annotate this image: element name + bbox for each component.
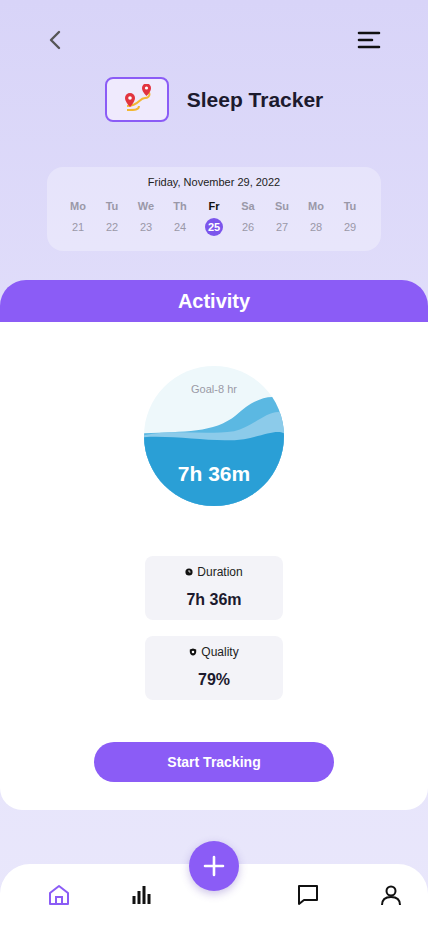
weekday-label: Su <box>275 200 289 212</box>
weekday-label: Fr <box>209 200 220 212</box>
weekday-label: Sa <box>241 200 254 212</box>
activity-panel: Activity Goal-8 hr 7h 36m Duration 7h 36m Qua… <box>0 280 428 810</box>
day-number: 24 <box>171 218 189 236</box>
back-chevron-icon[interactable] <box>44 28 68 52</box>
day-number: 21 <box>69 218 87 236</box>
sleep-gauge: Goal-8 hr 7h 36m <box>144 366 284 506</box>
day-number: 25 <box>205 218 223 236</box>
stat-label-text: Quality <box>201 645 238 659</box>
stats-icon[interactable] <box>130 883 154 907</box>
calendar-day[interactable]: Fr 25 <box>197 200 231 236</box>
calendar-day[interactable]: Th 24 <box>163 200 197 236</box>
day-number: 28 <box>307 218 325 236</box>
activity-body: Goal-8 hr 7h 36m Duration 7h 36m Quality 79% S… <box>0 322 428 810</box>
weekday-label: Tu <box>344 200 357 212</box>
weekday-label: Mo <box>308 200 324 212</box>
calendar-date: Friday, November 29, 2022 <box>55 176 373 188</box>
profile-icon[interactable] <box>379 883 403 907</box>
goal-label: Goal-8 hr <box>144 383 284 395</box>
week-calendar: Friday, November 29, 2022 Mo 21 Tu 22 We 23 Th 2… <box>47 167 381 251</box>
calendar-day[interactable]: We 23 <box>129 200 163 236</box>
stat-value: 7h 36m <box>186 591 241 609</box>
stat-card: Quality 79% <box>145 636 283 700</box>
stat-card: Duration 7h 36m <box>145 556 283 620</box>
stats: Duration 7h 36m Quality 79% <box>145 556 283 700</box>
logo <box>105 77 169 122</box>
calendar-day[interactable]: Sa 26 <box>231 200 265 236</box>
messages-icon[interactable] <box>296 883 320 907</box>
sleep-tracker-screen: Sleep Tracker Friday, November 29, 2022 Mo… <box>0 0 428 926</box>
stat-label: Quality <box>189 645 238 659</box>
clock-icon <box>185 568 193 576</box>
weekday-label: Mo <box>70 200 86 212</box>
calendar-day[interactable]: Tu 29 <box>333 200 367 236</box>
day-number: 27 <box>273 218 291 236</box>
calendar-days: Mo 21 Tu 22 We 23 Th 24 Fr 25 Sa 26 Su 27 Mo 28 Tu 29 <box>55 200 373 236</box>
calendar-day[interactable]: Mo 28 <box>299 200 333 236</box>
total-sleep: 7h 36m <box>144 462 284 486</box>
calendar-day[interactable]: Mo 21 <box>61 200 95 236</box>
plus-icon <box>202 854 226 878</box>
top-bar <box>0 0 428 52</box>
weekday-label: Tu <box>106 200 119 212</box>
weekday-label: Th <box>173 200 186 212</box>
start-tracking-button[interactable]: Start Tracking <box>94 742 334 782</box>
shield-icon <box>189 648 197 656</box>
app-title: Sleep Tracker <box>187 88 324 112</box>
stat-label-text: Duration <box>197 565 242 579</box>
day-number: 23 <box>137 218 155 236</box>
day-number: 22 <box>103 218 121 236</box>
add-button[interactable] <box>189 841 239 891</box>
brand: Sleep Tracker <box>0 77 428 122</box>
calendar-day[interactable]: Tu 22 <box>95 200 129 236</box>
weekday-label: We <box>138 200 154 212</box>
bottom-nav <box>0 864 428 926</box>
home-icon[interactable] <box>47 883 71 907</box>
stat-label: Duration <box>185 565 242 579</box>
day-number: 29 <box>341 218 359 236</box>
stat-value: 79% <box>198 671 230 689</box>
activity-header: Activity <box>0 280 428 322</box>
route-pins-icon <box>117 84 157 116</box>
calendar-day[interactable]: Su 27 <box>265 200 299 236</box>
day-number: 26 <box>239 218 257 236</box>
menu-icon[interactable] <box>357 28 381 52</box>
